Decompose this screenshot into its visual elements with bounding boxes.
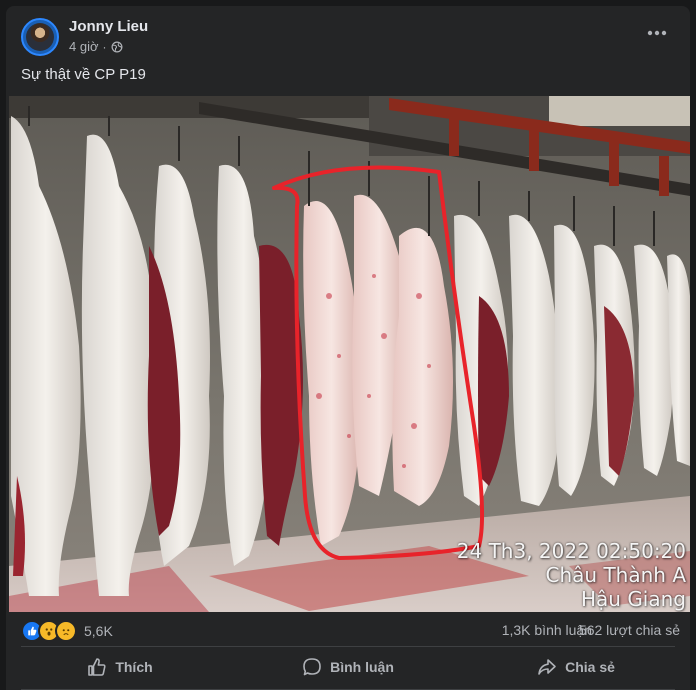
share-button[interactable]: Chia sẻ [462, 647, 690, 687]
post-meta: 4 giờ · [69, 39, 123, 54]
post-stats: 5,6K 1,3K bình luận 562 lượt chia sẻ [6, 612, 690, 646]
sad-reaction-icon [55, 620, 77, 642]
photo-location-district: Châu Thành A [545, 563, 686, 587]
post-time[interactable]: 4 giờ [69, 39, 99, 54]
photo-image [9, 96, 690, 612]
post-photo[interactable]: 24 Th3, 2022 02:50:20 Châu Thành A Hậu G… [9, 96, 690, 612]
like-button[interactable]: Thích [6, 647, 234, 687]
post-caption: Sự thật về CP P19 [21, 66, 146, 83]
like-label: Thích [115, 659, 153, 675]
photo-timestamp: 24 Th3, 2022 02:50:20 [456, 539, 686, 563]
post-header: Jonny Lieu 4 giờ · [6, 6, 690, 62]
share-count[interactable]: 562 lượt chia sẻ [579, 622, 680, 638]
author-avatar[interactable] [21, 18, 59, 56]
reaction-count: 5,6K [84, 623, 113, 639]
comment-bubble-icon [303, 658, 321, 676]
reaction-summary[interactable]: 5,6K [21, 620, 113, 642]
globe-icon[interactable] [111, 41, 123, 53]
meta-separator: · [102, 39, 107, 54]
photo-location-province: Hậu Giang [580, 587, 686, 611]
post-card: Jonny Lieu 4 giờ · Sự thật về CP P19 24 … [6, 6, 690, 690]
more-options-icon[interactable] [646, 24, 668, 42]
author-name[interactable]: Jonny Lieu [69, 18, 148, 35]
comment-button[interactable]: Bình luận [234, 647, 462, 687]
share-label: Chia sẻ [565, 659, 615, 675]
share-arrow-icon [538, 659, 556, 675]
post-actions: Thích Bình luận Chia sẻ [6, 647, 690, 687]
comment-label: Bình luận [330, 659, 394, 675]
thumbs-up-icon [88, 658, 106, 676]
